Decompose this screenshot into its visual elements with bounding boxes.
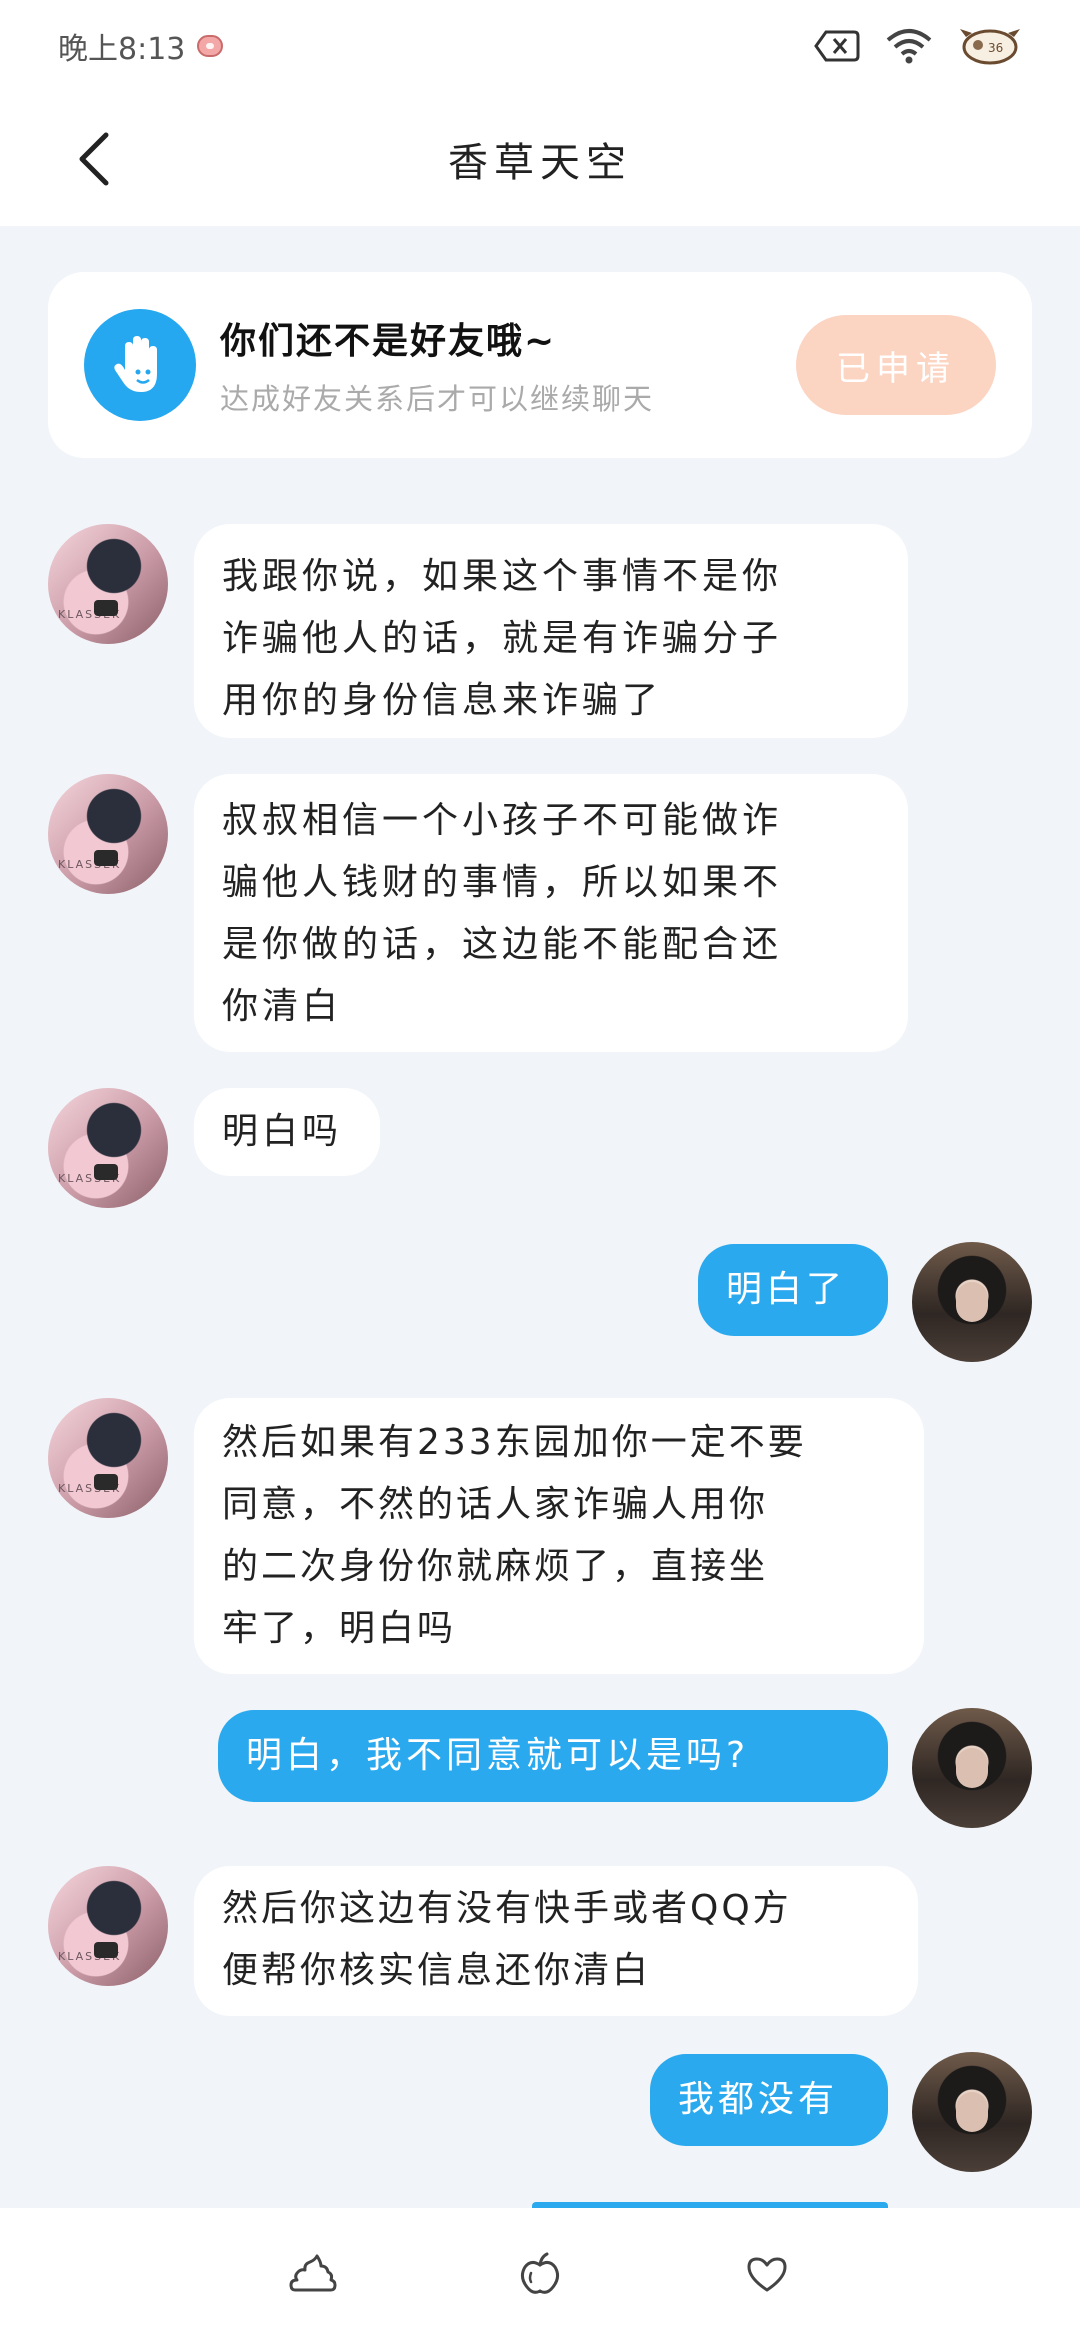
wifi-icon bbox=[884, 26, 934, 66]
contact-avatar[interactable]: KLASSEK bbox=[48, 1398, 168, 1518]
contact-avatar[interactable]: KLASSEK bbox=[48, 774, 168, 894]
user-avatar[interactable] bbox=[912, 2052, 1032, 2172]
chat-header: 香草天空 bbox=[0, 92, 1080, 226]
user-avatar[interactable] bbox=[912, 1242, 1032, 1362]
friend-card-subtitle: 达成好友关系后才可以继续聊天 bbox=[220, 382, 655, 416]
contact-avatar[interactable]: KLASSEK bbox=[48, 1088, 168, 1208]
battery-cow-icon: 36 bbox=[958, 25, 1022, 67]
chat-screen: 晚上8:13 36 香草天空 你们还不是好友哦~ 达成好友关系后才可以继续聊天 … bbox=[0, 0, 1080, 2340]
message-text: 叔叔相信一个小孩子不可能做诈 骗他人钱财的事情，所以如果不 是你做的话，这边能不… bbox=[222, 800, 783, 1027]
svg-text:36: 36 bbox=[988, 41, 1003, 55]
user-avatar[interactable] bbox=[912, 1708, 1032, 1828]
contact-avatar[interactable]: KLASSEK bbox=[48, 1866, 168, 1986]
friend-card-text: 你们还不是好友哦~ 达成好友关系后才可以继续聊天 bbox=[220, 312, 796, 418]
status-right: 36 bbox=[814, 25, 1022, 67]
message-text: 明白，我不同意就可以是吗? bbox=[246, 1735, 750, 1776]
applied-button[interactable]: 已申请 bbox=[796, 315, 996, 415]
message-bubble-outgoing: 我都没有 bbox=[650, 2054, 888, 2146]
message-text: 然后如果有233东园加你一定不要 同意，不然的话人家诈骗人用你 的二次身份你就麻… bbox=[222, 1422, 807, 1649]
friend-card-title: 你们还不是好友哦~ bbox=[220, 321, 557, 362]
page-title: 香草天空 bbox=[448, 140, 632, 186]
heart-icon[interactable] bbox=[737, 2244, 797, 2304]
message-bubble-incoming: 我跟你说，如果这个事情不是你 诈骗他人的话，就是有诈骗分子 用你的身份信息来诈骗… bbox=[194, 524, 908, 738]
message-text: 我跟你说，如果这个事情不是你 诈骗他人的话，就是有诈骗分子 用你的身份信息来诈骗… bbox=[222, 556, 783, 721]
chevron-left-icon bbox=[79, 132, 109, 186]
message-text: 然后你这边有没有快手或者QQ方 便帮你核实信息还你清白 bbox=[222, 1888, 792, 1991]
contact-avatar[interactable]: KLASSEK bbox=[48, 524, 168, 644]
message-bubble-outgoing: 明白了 bbox=[698, 1244, 888, 1336]
status-bar: 晚上8:13 36 bbox=[0, 0, 1080, 92]
message-bubble-incoming: 叔叔相信一个小孩子不可能做诈 骗他人钱财的事情，所以如果不 是你做的话，这边能不… bbox=[194, 774, 908, 1052]
status-left: 晚上8:13 bbox=[58, 24, 224, 68]
message-bubble-incoming: 然后如果有233东园加你一定不要 同意，不然的话人家诈骗人用你 的二次身份你就麻… bbox=[194, 1398, 924, 1674]
apple-icon[interactable] bbox=[510, 2244, 570, 2304]
back-button[interactable] bbox=[64, 124, 124, 194]
message-text: 明白了 bbox=[726, 1269, 847, 1310]
message-bubble-outgoing: 明白，我不同意就可以是吗? bbox=[218, 1710, 888, 1802]
message-bubble-incoming: 然后你这边有没有快手或者QQ方 便帮你核实信息还你清白 bbox=[194, 1866, 918, 2016]
status-time: 晚上8:13 bbox=[58, 32, 186, 67]
sim-error-icon bbox=[814, 28, 860, 64]
message-text: 我都没有 bbox=[678, 2079, 839, 2120]
pig-icon bbox=[197, 35, 224, 57]
message-text: 明白吗 bbox=[222, 1111, 343, 1152]
poop-icon[interactable] bbox=[283, 2244, 343, 2304]
bottom-nav bbox=[0, 2208, 1080, 2340]
message-bubble-incoming: 明白吗 bbox=[194, 1088, 380, 1176]
hand-wave-icon bbox=[84, 309, 196, 421]
friend-request-card: 你们还不是好友哦~ 达成好友关系后才可以继续聊天 已申请 bbox=[48, 272, 1032, 458]
